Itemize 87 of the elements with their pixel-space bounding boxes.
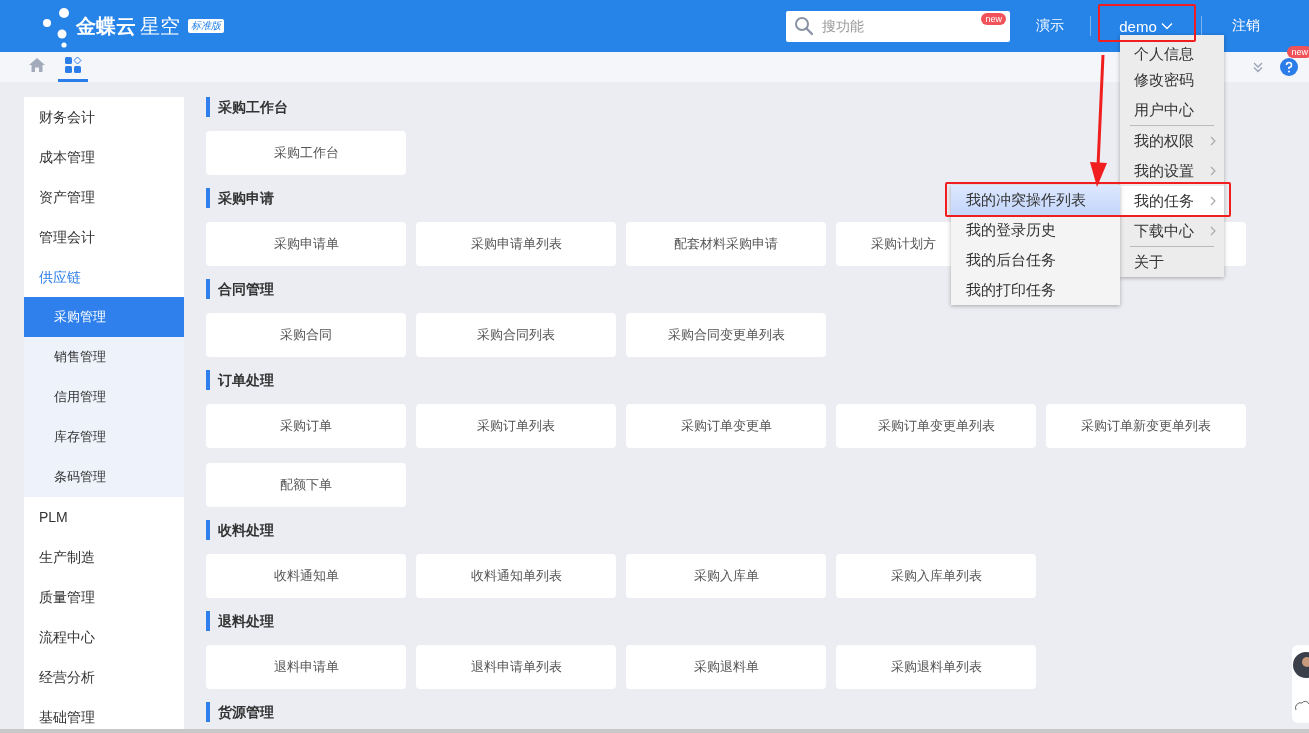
function-card[interactable]: 退料申请单列表 <box>416 645 616 689</box>
section-title: 退料处理 <box>206 611 1309 631</box>
card-label: 采购订单新变更单列表 <box>1081 417 1211 435</box>
card-label: 采购工作台 <box>273 144 339 162</box>
new-badge: new <box>1287 46 1309 58</box>
menu-item[interactable]: 个人信息 <box>1120 43 1224 65</box>
menu-item[interactable]: 用户中心 <box>1120 95 1224 125</box>
menu-item[interactable]: 我的打印任务 <box>951 275 1120 305</box>
function-card[interactable]: 采购合同变更单列表 <box>626 313 826 357</box>
sidebar-item[interactable]: 生产制造 <box>24 537 184 577</box>
card-label: 采购合同 <box>280 326 332 344</box>
help-icon[interactable] <box>1280 58 1298 76</box>
apps-icon <box>64 56 82 74</box>
search-icon <box>794 16 814 36</box>
card-label: 采购订单变更单列表 <box>877 417 995 435</box>
function-card[interactable]: 收料通知单列表 <box>416 554 616 598</box>
menu-item[interactable]: 我的权限 <box>1120 126 1224 156</box>
sidebar-item[interactable]: 管理会计 <box>24 217 184 257</box>
header-link[interactable]: 注销 <box>1202 11 1309 41</box>
header-link[interactable]: demo <box>1091 11 1201 41</box>
card-label: 配额下单 <box>280 476 332 494</box>
card-label: 采购入库单 <box>693 567 759 585</box>
edition-badge: 标准版 <box>188 19 224 33</box>
function-card[interactable]: 采购退料单 <box>626 645 826 689</box>
sidebar-subitem[interactable]: 库存管理 <box>24 417 184 457</box>
sidebar-subitem[interactable]: 信用管理 <box>24 377 184 417</box>
menu-item[interactable]: 关于 <box>1120 247 1224 277</box>
new-badge: new <box>981 12 1006 25</box>
card-label: 采购合同列表 <box>477 326 555 344</box>
avatar-icon[interactable] <box>1292 652 1309 678</box>
card-label: 采购订单变更单 <box>680 417 772 435</box>
sidebar-item[interactable]: 成本管理 <box>24 137 184 177</box>
menu-item[interactable]: 我的设置 <box>1120 156 1224 186</box>
function-card[interactable]: 采购退料单列表 <box>836 645 1036 689</box>
function-card[interactable]: 采购订单变更单列表 <box>836 404 1036 448</box>
sidebar-subitem[interactable]: 销售管理 <box>24 337 184 377</box>
card-label: 采购申请单列表 <box>470 235 562 253</box>
function-card[interactable]: 采购合同 <box>206 313 406 357</box>
sidebar-subitem[interactable]: 采购管理 <box>24 297 184 337</box>
card-label: 采购计划方 <box>871 235 936 253</box>
card-label: 收料通知单 <box>273 567 339 585</box>
function-card[interactable]: 配额下单 <box>206 463 406 507</box>
section-title: 收料处理 <box>206 520 1309 540</box>
logo-brand: 金蝶云 <box>76 13 136 39</box>
card-label: 采购入库单列表 <box>890 567 982 585</box>
card-label: 采购订单列表 <box>477 417 555 435</box>
function-card[interactable]: 采购入库单列表 <box>836 554 1036 598</box>
function-card[interactable]: 采购订单变更单 <box>626 404 826 448</box>
function-card[interactable]: 采购工作台 <box>206 131 406 175</box>
menu-item[interactable]: 我的冲突操作列表 <box>951 185 1120 215</box>
menu-item[interactable]: 下载中心 <box>1120 216 1224 246</box>
sidebar-item[interactable]: 质量管理 <box>24 577 184 617</box>
function-card[interactable]: 采购订单 <box>206 404 406 448</box>
header-link[interactable]: 演示 <box>1010 11 1090 41</box>
card-label: 退料申请单列表 <box>470 658 562 676</box>
function-card[interactable]: 采购申请单 <box>206 222 406 266</box>
card-label: 配套材料采购申请 <box>674 235 778 253</box>
function-card[interactable]: 采购申请单列表 <box>416 222 616 266</box>
card-label: 采购合同变更单列表 <box>667 326 785 344</box>
card-label: 采购退料单列表 <box>890 658 982 676</box>
card-label: 采购订单 <box>280 417 332 435</box>
function-card[interactable]: 退料申请单 <box>206 645 406 689</box>
sidebar-item[interactable]: 财务会计 <box>24 97 184 137</box>
home-icon <box>28 57 46 73</box>
card-label: 收料通知单列表 <box>470 567 562 585</box>
logo-product: 星空 <box>140 13 180 39</box>
menu-item[interactable]: 我的任务 <box>1120 186 1224 216</box>
function-card[interactable]: 收料通知单 <box>206 554 406 598</box>
sidebar-item[interactable]: 资产管理 <box>24 177 184 217</box>
section-title: 订单处理 <box>206 370 1309 390</box>
sidebar-item[interactable]: 供应链 <box>24 257 184 297</box>
menu-item[interactable]: 修改密码 <box>1120 65 1224 95</box>
function-card[interactable]: 采购订单列表 <box>416 404 616 448</box>
function-card[interactable]: 配套材料采购申请 <box>626 222 826 266</box>
sidebar-item[interactable]: 基础管理 <box>24 697 184 733</box>
function-card[interactable]: 采购订单新变更单列表 <box>1046 404 1246 448</box>
sidebar-item[interactable]: 经营分析 <box>24 657 184 697</box>
sidebar-item[interactable]: PLM <box>24 497 184 537</box>
card-label: 采购退料单 <box>693 658 759 676</box>
card-label: 采购申请单 <box>273 235 339 253</box>
cloud-icon[interactable] <box>1295 698 1309 712</box>
card-label: 退料申请单 <box>273 658 339 676</box>
function-card[interactable]: 采购入库单 <box>626 554 826 598</box>
double-chevron-icon[interactable] <box>1252 61 1264 73</box>
sidebar-subitem[interactable]: 条码管理 <box>24 457 184 497</box>
function-card[interactable]: 采购合同列表 <box>416 313 616 357</box>
sidebar-item[interactable]: 流程中心 <box>24 617 184 657</box>
